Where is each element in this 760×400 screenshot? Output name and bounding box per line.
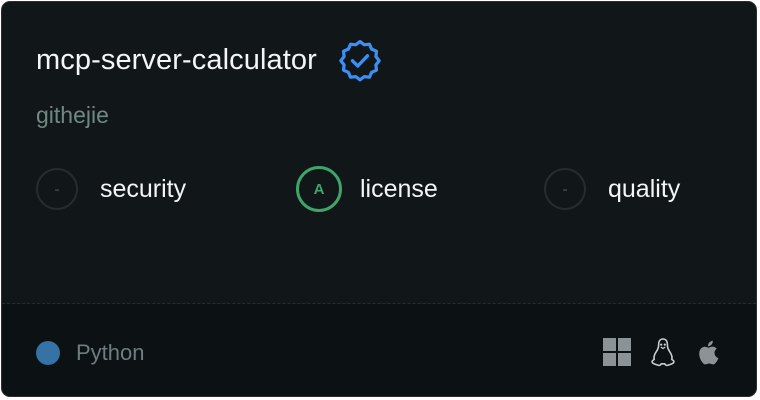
license-badge[interactable]: A license: [296, 165, 438, 213]
verified-badge-icon: [338, 38, 382, 82]
server-card[interactable]: mcp-server-calculator githejie - securit…: [1, 1, 757, 397]
title-row: mcp-server-calculator: [36, 38, 382, 82]
server-title[interactable]: mcp-server-calculator: [36, 44, 317, 77]
security-badge[interactable]: - security: [36, 165, 186, 213]
security-label: security: [100, 174, 187, 203]
security-grade: -: [36, 168, 78, 210]
card-footer: Python: [2, 304, 756, 396]
quality-label: quality: [608, 174, 681, 203]
language-color-dot: [36, 341, 60, 365]
license-grade: A: [296, 166, 342, 212]
language-info: Python: [36, 340, 145, 366]
quality-grade: -: [544, 168, 586, 210]
apple-icon: [694, 337, 724, 367]
platform-icons: [586, 337, 724, 367]
quality-badge[interactable]: - quality: [544, 165, 680, 213]
language-name: Python: [76, 340, 145, 365]
license-label: license: [360, 174, 438, 203]
author-name[interactable]: githejie: [36, 102, 109, 129]
score-badges: - security A license - quality: [36, 165, 736, 213]
windows-icon: [602, 337, 632, 367]
linux-icon: [648, 337, 678, 367]
